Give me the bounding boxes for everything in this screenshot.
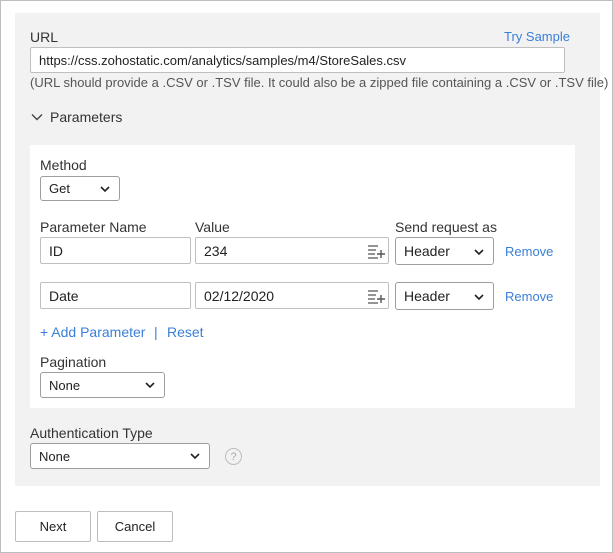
param-value-input[interactable]: 02/12/2020 bbox=[195, 282, 389, 309]
pagination-label: Pagination bbox=[40, 354, 107, 370]
remove-param-link[interactable]: Remove bbox=[505, 244, 553, 259]
url-input[interactable]: https://css.zohostatic.com/analytics/sam… bbox=[30, 47, 565, 73]
param-value-text: 02/12/2020 bbox=[204, 287, 275, 304]
add-parameter-link[interactable]: + Add Parameter bbox=[40, 324, 145, 340]
auth-type-select[interactable]: None bbox=[30, 443, 210, 469]
help-icon[interactable]: ? bbox=[225, 448, 242, 465]
chevron-down-icon bbox=[144, 379, 156, 391]
method-select-value: Get bbox=[49, 181, 70, 196]
reset-link[interactable]: Reset bbox=[167, 324, 204, 340]
url-hint: (URL should provide a .CSV or .TSV file.… bbox=[30, 75, 609, 90]
param-name-header: Parameter Name bbox=[40, 219, 147, 235]
parameters-title: Parameters bbox=[50, 109, 123, 125]
url-label: URL bbox=[30, 29, 59, 45]
send-as-value: Header bbox=[404, 243, 450, 259]
send-request-header: Send request as bbox=[395, 219, 497, 235]
auth-type-label: Authentication Type bbox=[30, 425, 153, 441]
param-value-input[interactable]: 234 bbox=[195, 237, 389, 264]
parameters-toggle[interactable]: Parameters bbox=[30, 109, 122, 125]
chevron-down-icon bbox=[473, 290, 485, 302]
link-separator: | bbox=[154, 324, 158, 340]
param-value-text: 234 bbox=[204, 242, 228, 259]
send-as-select[interactable]: Header bbox=[395, 282, 494, 310]
param-value-header: Value bbox=[195, 219, 230, 235]
pagination-select[interactable]: None bbox=[40, 372, 165, 398]
param-name-input[interactable]: ID bbox=[40, 237, 191, 264]
try-sample-link[interactable]: Try Sample bbox=[504, 29, 570, 44]
send-as-select[interactable]: Header bbox=[395, 237, 494, 265]
remove-param-link[interactable]: Remove bbox=[505, 289, 553, 304]
next-button[interactable]: Next bbox=[15, 511, 91, 542]
auth-type-value: None bbox=[39, 448, 71, 464]
insert-variable-icon[interactable] bbox=[367, 288, 385, 304]
cancel-button[interactable]: Cancel bbox=[97, 511, 173, 542]
send-as-value: Header bbox=[404, 288, 450, 304]
chevron-down-icon bbox=[99, 183, 111, 195]
pagination-select-value: None bbox=[49, 377, 81, 393]
chevron-down-icon bbox=[189, 450, 201, 462]
param-name-input[interactable]: Date bbox=[40, 282, 191, 309]
chevron-down-icon bbox=[473, 245, 485, 257]
method-label: Method bbox=[40, 157, 87, 173]
method-select[interactable]: Get bbox=[40, 176, 120, 201]
insert-variable-icon[interactable] bbox=[367, 243, 385, 259]
chevron-down-icon bbox=[30, 110, 44, 124]
